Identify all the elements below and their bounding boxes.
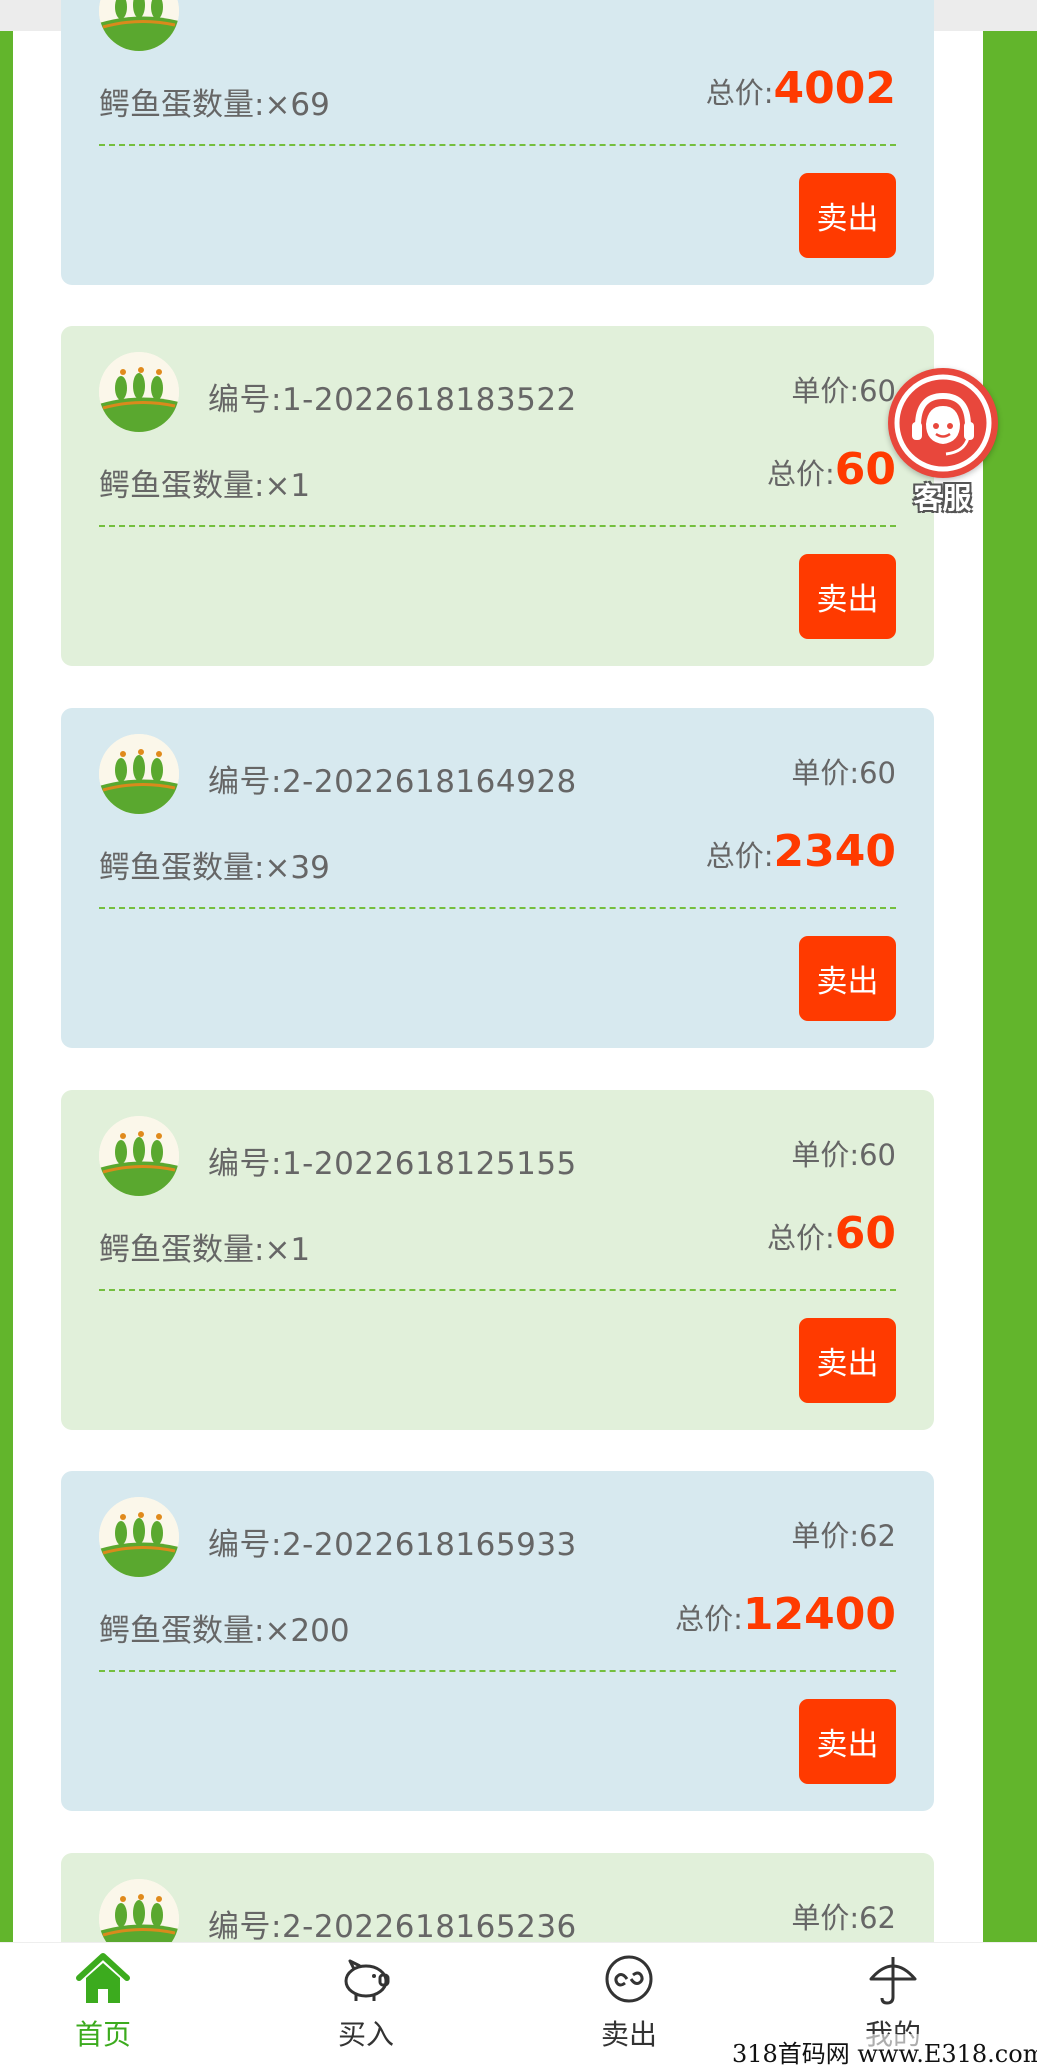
headset-agent-icon bbox=[888, 368, 998, 478]
total-price: 总价: 60 bbox=[767, 444, 896, 495]
order-id: 编号:2-2022618165236 bbox=[208, 1909, 577, 1942]
farm-logo-icon bbox=[99, 734, 179, 814]
farm-logo-icon bbox=[99, 0, 179, 51]
tab-home[interactable]: 首页 bbox=[43, 1951, 163, 2061]
tab-label: 卖出 bbox=[600, 2018, 657, 2051]
farm-logo-icon bbox=[99, 1116, 179, 1196]
customer-service-label: 客服 bbox=[913, 481, 972, 515]
tab-label: 买入 bbox=[337, 2018, 394, 2051]
avatar bbox=[99, 1116, 179, 1196]
sell-button[interactable]: 卖出 bbox=[799, 1318, 896, 1403]
unit-price: 单价:60 bbox=[791, 374, 896, 408]
total-label: 总价: bbox=[766, 457, 835, 491]
quantity-text: 鳄鱼蛋数量:×69 bbox=[99, 87, 330, 123]
order-card: 编号:2-2022618165933 单价:62 鳄鱼蛋数量:×200 总价: 1… bbox=[61, 1471, 934, 1811]
exchange-icon bbox=[605, 1955, 653, 2003]
order-id: 编号:2-2022618165933 bbox=[208, 1527, 577, 1563]
order-id: 编号:2-2022618164928 bbox=[208, 764, 577, 800]
tab-sell[interactable]: 卖出 bbox=[569, 1951, 689, 2061]
unit-price: 单价:62 bbox=[791, 1519, 896, 1553]
watermark-text: 318首码网 www.E318.com bbox=[732, 2034, 1037, 2069]
dashed-divider bbox=[99, 525, 896, 527]
order-id: 编号:1-2022618183522 bbox=[208, 382, 577, 418]
quantity-text: 鳄鱼蛋数量:×39 bbox=[99, 850, 330, 886]
tab-label: 首页 bbox=[74, 2018, 131, 2051]
dashed-divider bbox=[99, 907, 896, 909]
farm-logo-icon bbox=[99, 352, 179, 432]
avatar bbox=[99, 1879, 179, 1942]
order-id: 编号:1-2022618125155 bbox=[208, 1146, 577, 1182]
total-price: 总价: 2340 bbox=[706, 826, 896, 877]
piggy-bank-icon bbox=[344, 1959, 390, 2001]
dashed-divider bbox=[99, 1289, 896, 1291]
farm-logo-icon bbox=[99, 1497, 179, 1577]
avatar bbox=[99, 0, 179, 51]
order-card: 编号:2-2022618165236 单价:62 bbox=[61, 1853, 934, 1942]
dashed-divider bbox=[99, 1670, 896, 1672]
unit-price: 单价:60 bbox=[791, 756, 896, 790]
tab-buy[interactable]: 买入 bbox=[306, 1951, 426, 2061]
order-card: 编号:1-2022618183522 单价:60 鳄鱼蛋数量:×1 总价: 60 … bbox=[61, 326, 934, 666]
total-value: 60 bbox=[834, 1208, 896, 1259]
avatar bbox=[99, 352, 179, 432]
farm-logo-icon bbox=[99, 1879, 179, 1942]
order-card: 编号:1-2022618125155 单价:60 鳄鱼蛋数量:×1 总价: 60 … bbox=[61, 1090, 934, 1430]
total-label: 总价: bbox=[766, 1221, 835, 1255]
total-label: 总价: bbox=[675, 1602, 743, 1636]
umbrella-icon bbox=[869, 1957, 917, 2005]
customer-service-button[interactable]: 客服 bbox=[885, 365, 1000, 515]
quantity-text: 鳄鱼蛋数量:×200 bbox=[99, 1613, 350, 1649]
sell-button[interactable]: 卖出 bbox=[799, 1699, 896, 1784]
total-value: 12400 bbox=[742, 1589, 896, 1640]
unit-price: 单价:62 bbox=[791, 1901, 896, 1935]
total-price: 总价: 60 bbox=[767, 1208, 896, 1259]
home-icon bbox=[76, 1953, 130, 2003]
right-green-border bbox=[983, 31, 1037, 1942]
order-card: 编号:2-2022618164928 单价:60 鳄鱼蛋数量:×39 总价: 23… bbox=[61, 708, 934, 1048]
left-green-border bbox=[0, 31, 13, 1942]
total-label: 总价: bbox=[705, 839, 774, 873]
total-price: 总价: 4002 bbox=[706, 63, 896, 114]
quantity-text: 鳄鱼蛋数量:×1 bbox=[99, 1232, 311, 1268]
order-card: 鳄鱼蛋数量:×69 总价: 4002 卖出 bbox=[61, 0, 934, 285]
sell-button[interactable]: 卖出 bbox=[799, 936, 896, 1021]
avatar bbox=[99, 1497, 179, 1577]
total-value: 4002 bbox=[773, 63, 896, 114]
avatar bbox=[99, 734, 179, 814]
sell-button[interactable]: 卖出 bbox=[799, 173, 896, 258]
sell-button[interactable]: 卖出 bbox=[799, 554, 896, 639]
quantity-text: 鳄鱼蛋数量:×1 bbox=[99, 468, 311, 504]
unit-price: 单价:60 bbox=[791, 1138, 896, 1172]
dashed-divider bbox=[99, 144, 896, 146]
total-label: 总价: bbox=[705, 76, 774, 110]
total-price: 总价: 12400 bbox=[675, 1589, 896, 1640]
total-value: 2340 bbox=[773, 826, 896, 877]
